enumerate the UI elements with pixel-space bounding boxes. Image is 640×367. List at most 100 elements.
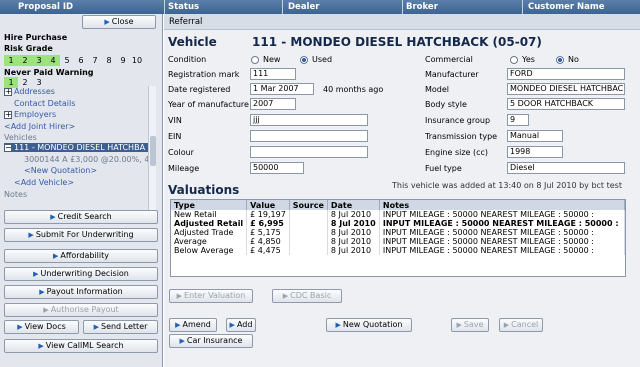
- payout-information-button[interactable]: ▶ Payout Information: [4, 285, 158, 299]
- expand-icon[interactable]: +: [4, 111, 12, 119]
- play-icon: ▶: [39, 288, 45, 296]
- column-header-notes[interactable]: Notes: [379, 200, 626, 210]
- colour-field[interactable]: [250, 146, 368, 158]
- risk-grade-7: 7: [92, 56, 98, 65]
- mileage-field[interactable]: 50000: [250, 162, 304, 174]
- year-of-manufacture-field[interactable]: 2007: [250, 98, 296, 110]
- column-header-bar: Proposal ID Status Dealer Broker Custome…: [0, 0, 640, 14]
- affordability-button[interactable]: ▶ Affordability: [4, 249, 158, 263]
- header-dealer: Dealer: [288, 2, 320, 12]
- tree-item-contact-details[interactable]: Contact Details: [14, 99, 75, 108]
- risk-grade-4: 4: [46, 55, 60, 66]
- header-broker: Broker: [406, 2, 438, 12]
- insurance-group-label: Insurance group: [425, 116, 491, 125]
- registration-mark-field[interactable]: 111: [250, 68, 296, 80]
- tree-item-new-quotation[interactable]: <New Quotation>: [24, 166, 97, 175]
- enter-valuation-button[interactable]: ▶ Enter Valuation: [169, 289, 253, 303]
- risk-grade-6: 6: [78, 56, 84, 65]
- authorise-payout-button[interactable]: ▶ Authorise Payout: [4, 303, 158, 317]
- play-icon: ▶: [456, 321, 462, 329]
- condition-label: Condition: [168, 55, 207, 64]
- save-button[interactable]: ▶ Save: [451, 318, 489, 332]
- submit-underwriting-button[interactable]: ▶ Submit For Underwriting: [4, 228, 158, 242]
- add-button[interactable]: ▶ Add: [226, 318, 256, 332]
- risk-grade-8: 8: [106, 56, 112, 65]
- tree-item-selected-vehicle[interactable]: −111 - MONDEO DIESEL HATCHBA: [4, 143, 148, 152]
- condition-used-radio[interactable]: [300, 56, 308, 64]
- ein-field[interactable]: [250, 130, 368, 142]
- cell-source: [289, 237, 328, 246]
- model-field[interactable]: MONDEO DIESEL HATCHBAC: [507, 83, 625, 95]
- transmission-type-label: Transmission type: [425, 132, 498, 141]
- scroll-thumb[interactable]: [150, 136, 156, 166]
- risk-grade-10: 10: [131, 56, 143, 65]
- status-bar: Referral: [164, 14, 640, 30]
- view-callml-button[interactable]: ▶ View CallML Search: [4, 339, 158, 353]
- new-quotation-button[interactable]: ▶ New Quotation: [326, 318, 412, 332]
- car-insurance-button[interactable]: ▶ Car Insurance: [169, 334, 253, 348]
- insurance-group-field[interactable]: 9: [507, 114, 529, 126]
- fuel-type-field[interactable]: Diesel: [507, 162, 625, 174]
- play-icon: ▶: [503, 321, 510, 329]
- close-button[interactable]: ▶ Close: [82, 15, 156, 29]
- column-header-source[interactable]: Source: [289, 200, 328, 210]
- table-row[interactable]: Adjusted Retail £ 6,995 8 Jul 2010 INPUT MI…: [171, 219, 626, 228]
- manufacturer-field[interactable]: FORD: [507, 68, 625, 80]
- year-of-manufacture-label: Year of manufacture: [168, 100, 249, 109]
- cell-source: [289, 228, 328, 237]
- play-icon: ▶: [282, 292, 289, 300]
- tree-item-add-joint-hirer[interactable]: <Add Joint Hirer>: [4, 122, 75, 131]
- vin-field[interactable]: jjj: [250, 114, 368, 126]
- cancel-button[interactable]: ▶ Cancel: [499, 318, 543, 332]
- engine-size-field[interactable]: 1998: [507, 146, 563, 158]
- cell-date: 8 Jul 2010: [327, 246, 380, 255]
- cell-value: £ 4,475: [246, 246, 290, 255]
- cell-date: 8 Jul 2010: [327, 237, 380, 246]
- play-icon: ▶: [179, 337, 185, 345]
- table-row[interactable]: Below Average £ 4,475 8 Jul 2010 INPUT MILE…: [171, 246, 626, 255]
- body-style-label: Body style: [425, 100, 467, 109]
- underwriting-decision-button[interactable]: ▶ Underwriting Decision: [4, 267, 158, 281]
- expand-icon[interactable]: +: [4, 88, 12, 96]
- transmission-type-field[interactable]: Manual: [507, 130, 563, 142]
- tree-item-employers[interactable]: + Employers: [4, 110, 56, 119]
- cell-notes: INPUT MILEAGE : 50000 NEAREST MILEAGE : …: [379, 228, 626, 237]
- table-row[interactable]: New Retail £ 19,197 8 Jul 2010 INPUT MILEAG…: [171, 210, 626, 219]
- condition-new-radio[interactable]: [251, 56, 259, 64]
- valuations-table[interactable]: Type Value Source Date Notes New Retail £ 19,…: [170, 199, 626, 277]
- column-header-value[interactable]: Value: [246, 200, 290, 210]
- vehicle-title: 111 - MONDEO DIESEL HATCHBACK (05-07): [252, 35, 542, 49]
- cell-type: Below Average: [171, 246, 248, 255]
- play-icon: ▶: [176, 292, 183, 300]
- credit-search-button[interactable]: ▶ Credit Search: [4, 210, 158, 224]
- cdc-basic-button[interactable]: ▶ CDC Basic: [272, 289, 342, 303]
- condition-new-label: New: [263, 55, 281, 64]
- amend-button[interactable]: ▶ Amend: [169, 318, 217, 332]
- product-title: Hire Purchase: [4, 33, 68, 42]
- commercial-yes-radio[interactable]: [510, 56, 518, 64]
- colour-label: Colour: [168, 148, 194, 157]
- tree-item-quotation[interactable]: 3000144 A £3,000 @20.00%, 4: [24, 155, 149, 164]
- commercial-no-radio[interactable]: [556, 56, 564, 64]
- date-registered-field[interactable]: 1 Mar 2007: [250, 83, 314, 95]
- play-icon: ▶: [175, 321, 181, 329]
- body-style-field[interactable]: 5 DOOR HATCHBACK: [507, 98, 625, 110]
- play-icon: ▶: [93, 323, 99, 331]
- view-docs-button[interactable]: ▶ View Docs: [4, 320, 79, 334]
- column-header-type[interactable]: Type: [171, 200, 248, 210]
- header-status: Status: [168, 2, 200, 12]
- risk-grade-label: Risk Grade: [4, 44, 53, 53]
- vehicle-added-note: This vehicle was added at 13:40 on 8 Jul…: [392, 181, 622, 190]
- table-row[interactable]: Adjusted Trade £ 5,175 8 Jul 2010 INPUT MIL…: [171, 228, 626, 237]
- table-row[interactable]: Average £ 4,850 8 Jul 2010 INPUT MILEAGE : …: [171, 237, 626, 246]
- send-letter-button[interactable]: ▶ Send Letter: [83, 320, 158, 334]
- tree-scrollbar[interactable]: [148, 86, 156, 216]
- vehicle-panel: Referral Vehicle 111 - MONDEO DIESEL HAT…: [164, 14, 640, 367]
- collapse-icon[interactable]: −: [4, 144, 12, 152]
- column-header-date[interactable]: Date: [327, 200, 380, 210]
- engine-size-label: Engine size (cc): [425, 148, 489, 157]
- tree-item-add-vehicle[interactable]: <Add Vehicle>: [14, 178, 74, 187]
- play-icon: ▶: [38, 342, 44, 350]
- tree-item-addresses[interactable]: + Addresses: [4, 87, 55, 96]
- proposal-sidebar: ▶ Close Hire Purchase Risk Grade 12345678…: [0, 14, 163, 367]
